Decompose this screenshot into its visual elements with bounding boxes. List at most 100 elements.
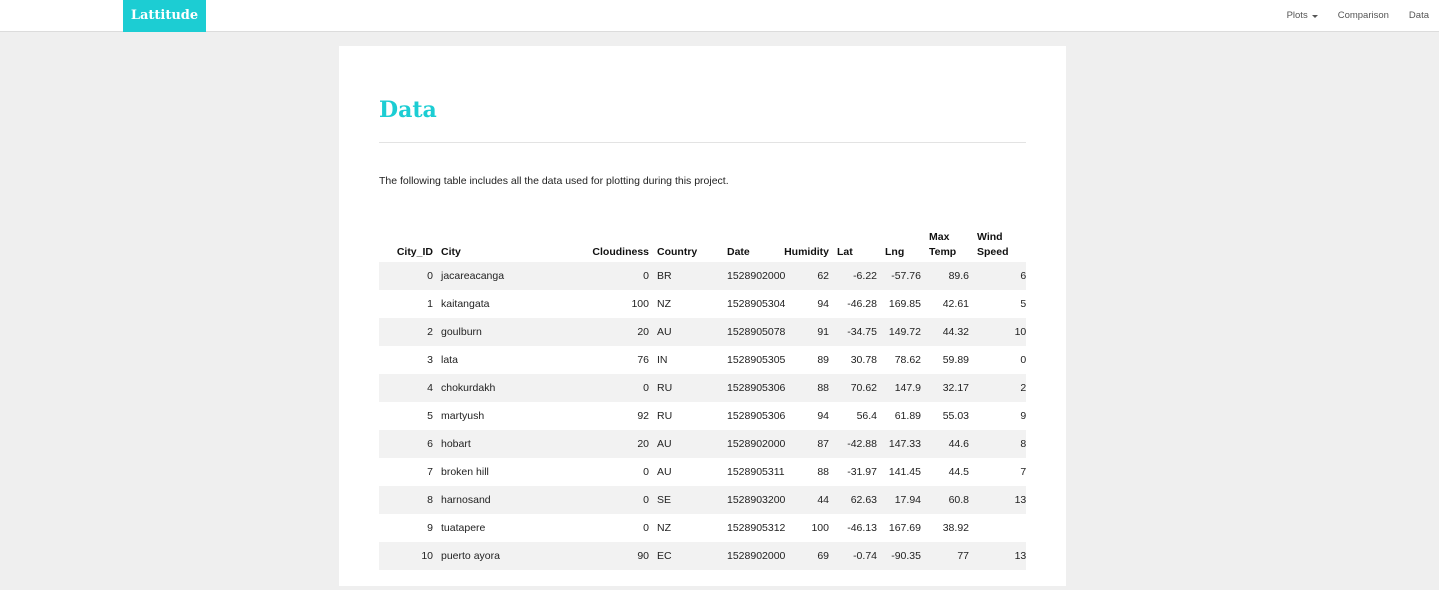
table-cell: 5.6 <box>1020 298 1026 310</box>
column-header: Cloudiness <box>592 246 649 258</box>
table-cell: 0 <box>379 262 437 290</box>
table-cell: 1528905312 <box>727 522 786 534</box>
table-cell: IN <box>657 354 668 366</box>
table-cell: 1528902000 <box>711 430 785 458</box>
table-cell: 20 <box>587 318 653 346</box>
table-cell: 8.0 <box>973 430 1026 458</box>
column-header: Lng <box>885 246 905 258</box>
nav-data-link[interactable]: Data <box>1399 0 1429 32</box>
table-cell: NZ <box>657 522 671 534</box>
table-cell: 1528902000 <box>711 542 785 570</box>
table-row: 5 martyush 92 RU 1528905306 94 56.4 61.89 55.03 9… <box>379 402 1026 430</box>
table-cell: 6 <box>379 430 437 458</box>
table-row: 2 goulburn 20 AU 1528905078 91 -34.75 149.72 44.… <box>379 318 1026 346</box>
table-cell: 1528903200 <box>711 486 785 514</box>
table-cell: -46.13 <box>847 522 877 534</box>
column-header: Country <box>657 246 698 258</box>
table-cell: 0 <box>643 466 649 478</box>
table-cell: RU <box>653 374 711 402</box>
table-cell: 3 <box>427 354 433 366</box>
table-cell: 44.6 <box>925 430 973 458</box>
table-cell: chokurdakh <box>437 374 587 402</box>
table-cell: SE <box>653 486 711 514</box>
table-body: 0 jacareacanga 0 BR 1528902000 62 -6.22 -57.76 8… <box>379 262 1026 570</box>
brand-logo-link[interactable]: Lattitude <box>123 0 206 32</box>
table-cell: harnosand <box>437 486 587 514</box>
nav-plots-dropdown[interactable]: Plots <box>1277 0 1328 32</box>
table-cell: 4 <box>379 374 437 402</box>
table-cell: hobart <box>437 430 587 458</box>
table-cell: RU <box>657 410 673 422</box>
table-cell: AU <box>653 318 711 346</box>
table-cell: 3. <box>973 514 1026 542</box>
page-title: Data <box>379 97 437 123</box>
table-cell: 10 <box>379 542 437 570</box>
data-table-container[interactable]: City_ID City Cloudiness Country Date Hum… <box>379 230 1026 590</box>
table-cell: 17.94 <box>881 486 925 514</box>
intro-text: The following table includes all the dat… <box>379 175 729 187</box>
table-cell: AU <box>653 430 711 458</box>
table-cell: 92 <box>637 410 649 422</box>
table-cell: 1528905078 <box>711 318 785 346</box>
table-cell: 9 <box>427 522 433 534</box>
table-cell: BR <box>653 262 711 290</box>
table-cell: 20 <box>587 430 653 458</box>
table-cell: -6.22 <box>833 262 881 290</box>
table-cell: jacareacanga <box>437 262 587 290</box>
column-header: Date <box>727 246 750 258</box>
table-cell: 61.89 <box>894 410 921 422</box>
table-cell: kaitangata <box>441 298 490 310</box>
table-cell: NZ <box>657 298 671 310</box>
table-cell: EC <box>653 542 711 570</box>
table-row: 7 broken hill 0 AU 1528905311 88 -31.97 141.45 4… <box>379 458 1026 486</box>
column-header: Wind Speed <box>977 231 1009 258</box>
table-cell: 77 <box>925 542 973 570</box>
table-cell: 30.78 <box>850 354 877 366</box>
table-cell: 44.5 <box>948 466 969 478</box>
nav-plots-label: Plots <box>1286 10 1308 21</box>
table-cell: 88 <box>817 466 829 478</box>
column-header: City_ID <box>396 246 433 258</box>
table-cell: 1528905305 <box>727 354 786 366</box>
table-cell: 62.63 <box>833 486 881 514</box>
column-header: City <box>441 246 461 258</box>
table-cell: 1528905306 <box>711 374 785 402</box>
table-cell: 55.03 <box>942 410 969 422</box>
table-row: 9 tuatapere 0 NZ 1528905312 100 -46.13 167.69 38… <box>379 514 1026 542</box>
nav-comparison-link[interactable]: Comparison <box>1328 0 1399 32</box>
table-cell: 10.1 <box>973 318 1026 346</box>
table-row: 0 jacareacanga 0 BR 1528902000 62 -6.22 -57.76 8… <box>379 262 1026 290</box>
table-header-row: City_ID City Cloudiness Country Date Hum… <box>379 230 1026 262</box>
table-cell: 7 <box>427 466 433 478</box>
table-cell: 5 <box>427 410 433 422</box>
column-header: Humidity <box>784 246 829 258</box>
table-cell: 9.3 <box>1020 410 1026 422</box>
data-table: City_ID City Cloudiness Country Date Hum… <box>379 230 1026 570</box>
table-cell: 0 <box>587 486 653 514</box>
table-cell: 167.69 <box>888 522 921 534</box>
table-cell: 2.9 <box>973 374 1026 402</box>
table-cell: 70.62 <box>833 374 881 402</box>
table-cell: 13.8 <box>973 542 1026 570</box>
table-cell: 60.8 <box>925 486 973 514</box>
content-panel: Data The following table includes all th… <box>339 46 1066 586</box>
table-row: 1 kaitangata 100 NZ 1528905304 94 -46.28 169.85… <box>379 290 1026 318</box>
table-cell: puerto ayora <box>437 542 587 570</box>
table-cell: 6.9 <box>973 262 1026 290</box>
nav-links: Plots Comparison Data <box>1277 0 1429 32</box>
table-cell: -31.97 <box>847 466 877 478</box>
table-cell: 76 <box>637 354 649 366</box>
table-cell: 42.61 <box>942 298 969 310</box>
table-cell: 1528905304 <box>727 298 786 310</box>
table-cell: 169.85 <box>888 298 921 310</box>
table-row: 10 puerto ayora 90 EC 1528902000 69 -0.74 -90.3… <box>379 542 1026 570</box>
table-cell: 0.9 <box>1020 354 1026 366</box>
table-cell: -34.75 <box>833 318 881 346</box>
caret-down-icon <box>1311 15 1318 18</box>
table-cell: -42.88 <box>833 430 881 458</box>
table-cell: 100 <box>631 298 649 310</box>
table-cell: -46.28 <box>847 298 877 310</box>
table-cell: 0 <box>587 262 653 290</box>
table-cell: lata <box>441 354 458 366</box>
column-header: Max Temp <box>929 231 957 258</box>
